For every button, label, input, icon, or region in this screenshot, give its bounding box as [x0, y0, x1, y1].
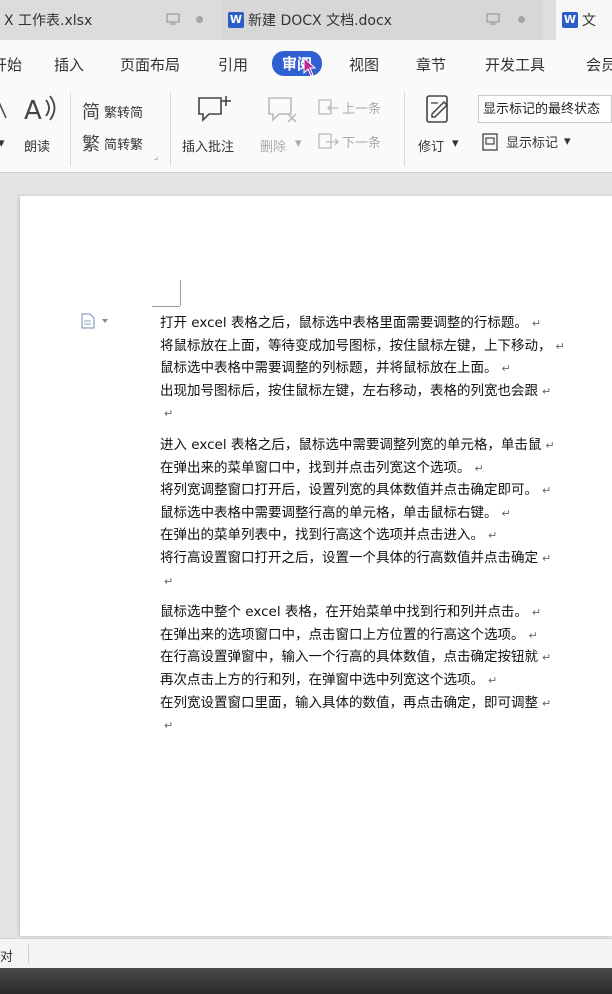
svg-text:A: A — [24, 96, 42, 126]
empty-line: ↵ — [164, 407, 174, 421]
mouse-pointer-icon — [303, 57, 317, 77]
trad-to-simp-button[interactable]: 简 繁转简 — [82, 98, 143, 124]
simp-to-trad-label: 简转繁 — [104, 137, 144, 153]
partial-icon — [0, 102, 7, 119]
dropdown-arrow-icon[interactable]: ▾ — [295, 136, 302, 151]
menu-references[interactable]: 引用 — [218, 54, 248, 75]
window-icon[interactable] — [486, 12, 500, 26]
tab-docx-label: 新建 DOCX 文档.docx — [248, 13, 392, 29]
document-page[interactable]: 打开 excel 表格之后，鼠标选中表格里面需要调整的行标题。 ↵ 将鼠标放在上面… — [20, 196, 612, 936]
delete-comment-label[interactable]: 删除 — [260, 136, 286, 155]
tab-active-doc[interactable]: W 文 — [556, 0, 612, 40]
menu-member[interactable]: 会员 — [586, 54, 612, 75]
text-line: 在弹出来的选项窗口中，点击窗口上方位置的行高这个选项。 ↵ — [160, 626, 538, 643]
text-line: 出现加号图标后，按住鼠标左键，左右移动，表格的列宽也会跟 ↵ — [160, 382, 552, 399]
insert-comment-icon[interactable] — [196, 94, 232, 126]
menu-developer-tools[interactable]: 开发工具 — [485, 54, 545, 75]
next-item-icon — [318, 132, 339, 149]
paragraph-menu-icon[interactable] — [80, 313, 110, 329]
simp-to-trad-button[interactable]: 繁 简转繁 — [82, 130, 143, 156]
track-changes-label[interactable]: 修订 — [418, 136, 444, 155]
trad-char-icon: 简 — [82, 102, 100, 123]
track-changes-icon[interactable] — [424, 94, 454, 126]
text-line: 鼠标选中整个 excel 表格，在开始菜单中找到行和列并点击。 ↵ — [160, 604, 542, 621]
read-aloud-icon[interactable]: A — [22, 92, 58, 126]
text-line: 将鼠标放在上面，等待变成加号图标，按住鼠标左键，上下移动， ↵ — [160, 337, 565, 354]
text-line: 再次点击上方的行和列，在弹窗中选中列宽这个选项。 ↵ — [160, 671, 498, 688]
prev-item-button[interactable]: 上一条 — [318, 98, 381, 117]
ribbon-separator — [404, 92, 405, 166]
empty-line: ↵ — [164, 719, 174, 733]
prev-item-icon — [318, 98, 338, 115]
menu-home[interactable]: 开始 — [0, 54, 22, 75]
status-text[interactable]: 对 — [0, 946, 13, 965]
dropdown-arrow-icon: ▾ — [564, 134, 571, 149]
text-line: 将列宽调整窗口打开后，设置列宽的具体数值并点击确定即可。 ↵ — [160, 482, 552, 499]
text-line: 鼠标选中表格中需要调整行高的单元格，单击鼠标右键。 ↵ — [160, 504, 511, 521]
os-taskbar — [0, 968, 612, 994]
word-doc-icon: W — [562, 12, 578, 28]
next-item-label: 下一条 — [342, 136, 382, 151]
delete-comment-icon[interactable] — [266, 94, 300, 126]
ribbon-separator — [170, 92, 171, 166]
markup-display-select[interactable]: 显示标记的最终状态 — [478, 95, 612, 123]
insert-comment-label[interactable]: 插入批注 — [182, 136, 234, 155]
prev-item-label: 上一条 — [342, 102, 382, 117]
text-line: 在弹出的菜单列表中，找到行高这个选项并点击进入。 ↵ — [160, 527, 498, 544]
status-bar: 对 — [0, 938, 612, 969]
read-aloud-label[interactable]: 朗读 — [24, 136, 50, 155]
margin-corner-mark — [152, 306, 180, 307]
close-dot-icon[interactable] — [196, 16, 203, 23]
text-line: 进入 excel 表格之后，鼠标选中需要调整列宽的单元格，单击鼠 ↵ — [160, 436, 555, 453]
simp-char-icon: 繁 — [82, 134, 100, 155]
menu-view[interactable]: 视图 — [349, 54, 379, 75]
margin-corner-mark — [180, 280, 181, 306]
text-line: 鼠标选中表格中需要调整的列标题，并将鼠标放在上面。 ↵ — [160, 360, 511, 377]
menu-chapter[interactable]: 章节 — [416, 54, 446, 75]
ribbon-separator — [70, 92, 71, 166]
status-separator — [28, 945, 29, 963]
show-markup-icon — [482, 132, 498, 151]
dropdown-arrow-icon[interactable]: ▾ — [0, 136, 5, 151]
text-line: 在弹出来的菜单窗口中，找到并点击列宽这个选项。 ↵ — [160, 459, 484, 476]
word-doc-icon: W — [228, 12, 244, 28]
tab-xlsx-label: X 工作表.xlsx — [4, 13, 93, 29]
dropdown-arrow-icon[interactable]: ▾ — [452, 136, 459, 151]
group-expand-icon[interactable]: ⌟ — [154, 152, 158, 162]
show-markup-label: 显示标记 — [506, 136, 559, 151]
tab-docx[interactable]: W 新建 DOCX 文档.docx — [222, 0, 542, 40]
text-line: 将行高设置窗口打开之后，设置一个具体的行高数值并点击确定 ↵ — [160, 549, 552, 566]
text-line: 打开 excel 表格之后，鼠标选中表格里面需要调整的行标题。 ↵ — [160, 315, 542, 331]
empty-line: ↵ — [164, 574, 174, 588]
window-icon[interactable] — [166, 12, 180, 26]
tab-active-label: 文 — [582, 13, 596, 29]
tab-xlsx[interactable]: X 工作表.xlsx — [0, 0, 220, 40]
next-item-button[interactable]: 下一条 — [318, 132, 381, 151]
text-line: 在列宽设置窗口里面，输入具体的数值，再点击确定，即可调整 ↵ — [160, 694, 552, 711]
menu-page-layout[interactable]: 页面布局 — [120, 54, 180, 75]
document-body[interactable]: 打开 excel 表格之后，鼠标选中表格里面需要调整的行标题。 ↵ 将鼠标放在上面… — [160, 312, 612, 737]
close-dot-icon[interactable] — [518, 16, 525, 23]
text-line: 在行高设置弹窗中，输入一个行高的具体数值，点击确定按钮就 ↵ — [160, 649, 552, 666]
menu-insert[interactable]: 插入 — [54, 54, 84, 75]
trad-to-simp-label: 繁转简 — [104, 105, 144, 121]
document-tab-bar: X 工作表.xlsx W 新建 DOCX 文档.docx W 文 — [0, 0, 612, 40]
show-markup-button[interactable]: 显示标记 ▾ — [482, 132, 571, 151]
